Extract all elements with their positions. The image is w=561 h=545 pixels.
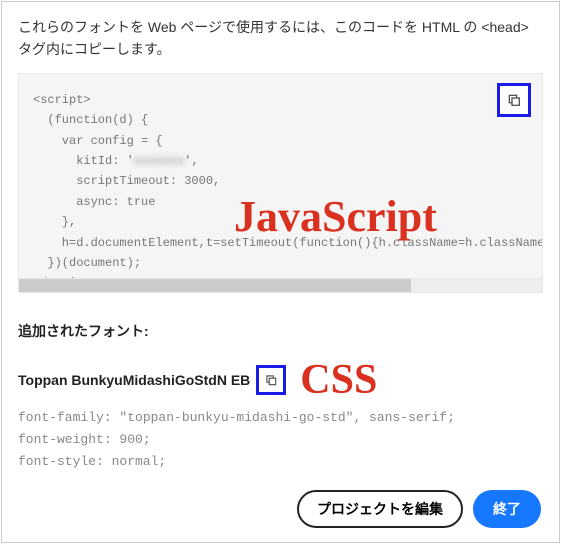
script-code-block[interactable]: <script> (function(d) { var config = { k… xyxy=(18,73,543,279)
copy-icon xyxy=(506,92,522,108)
horizontal-scrollbar[interactable] xyxy=(18,279,543,293)
css-line: font-family: "toppan-bunkyu-midashi-go-s… xyxy=(18,410,455,425)
code-line: async: true xyxy=(33,195,155,209)
font-name: Toppan BunkyuMidashiGoStdN EB xyxy=(18,372,250,388)
css-code-block: font-family: "toppan-bunkyu-midashi-go-s… xyxy=(18,407,543,473)
css-line: font-weight: 900; xyxy=(18,432,151,447)
code-line: ', xyxy=(184,154,198,168)
code-line: (function(d) { xyxy=(33,113,148,127)
instruction-text: これらのフォントを Web ページで使用するには、このコードを HTML の <… xyxy=(18,16,543,61)
copy-icon xyxy=(264,373,278,387)
added-fonts-title: 追加されたフォント: xyxy=(18,321,543,341)
code-line: <script> xyxy=(33,93,91,107)
code-line: }, xyxy=(33,215,76,229)
code-line: var config = { xyxy=(33,134,163,148)
code-line: kitId: ' xyxy=(33,154,134,168)
code-line: })(document); xyxy=(33,256,141,270)
edit-project-button[interactable]: プロジェクトを編集 xyxy=(297,490,463,528)
code-line: scriptTimeout: 3000, xyxy=(33,174,220,188)
copy-script-button[interactable] xyxy=(497,83,531,117)
done-button[interactable]: 終了 xyxy=(473,490,541,528)
copy-css-button[interactable] xyxy=(256,365,286,395)
font-entry-row: Toppan BunkyuMidashiGoStdN EB CSS xyxy=(18,359,543,401)
dialog: これらのフォントを Web ページで使用するには、このコードを HTML の <… xyxy=(1,1,560,543)
code-line: h=d.documentElement,t=setTimeout(functio… xyxy=(33,236,543,250)
code-block-wrapper: <script> (function(d) { var config = { k… xyxy=(18,73,543,293)
css-annotation: CSS xyxy=(300,359,377,401)
dialog-buttons: プロジェクトを編集 終了 xyxy=(297,490,541,528)
kit-id-redacted: xxxxxxx xyxy=(134,154,184,168)
css-line: font-style: normal; xyxy=(18,454,166,469)
